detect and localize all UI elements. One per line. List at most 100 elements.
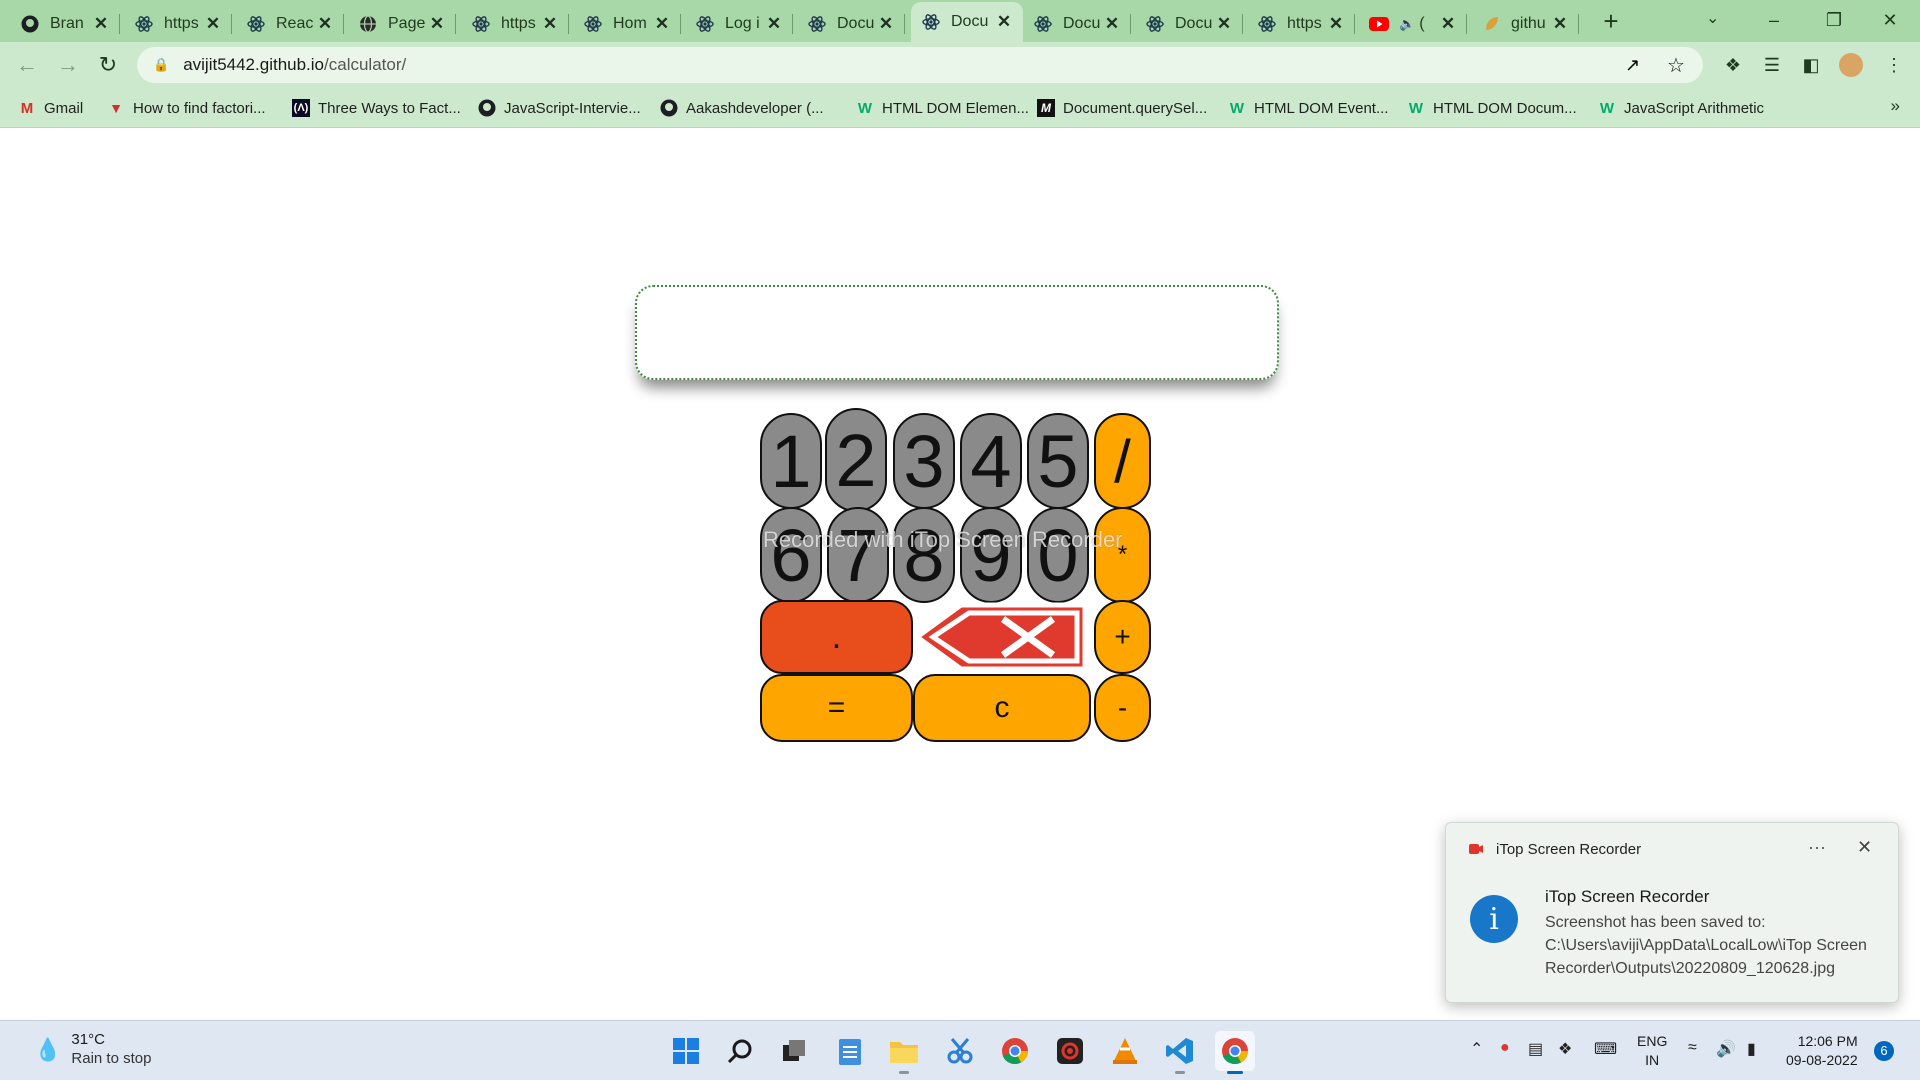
- tab-close-icon[interactable]: ✕: [1439, 14, 1457, 34]
- menu-kebab-icon[interactable]: ⋮: [1882, 53, 1906, 77]
- reload-button[interactable]: ↻: [94, 51, 122, 79]
- key-add[interactable]: +: [1094, 600, 1151, 674]
- back-button[interactable]: ←: [13, 51, 41, 79]
- key-0[interactable]: 0: [1027, 507, 1089, 603]
- key-decimal-point[interactable]: .: [760, 600, 913, 674]
- bookmark-item[interactable]: W HTML DOM Event...: [1228, 96, 1389, 120]
- task-view-icon[interactable]: [774, 1031, 814, 1071]
- chrome-icon[interactable]: [995, 1031, 1035, 1071]
- search-icon[interactable]: [720, 1031, 760, 1071]
- forward-button[interactable]: →: [54, 51, 82, 79]
- windows-start-icon[interactable]: [666, 1031, 706, 1071]
- tab[interactable]: https ✕: [1247, 6, 1355, 42]
- tray-dropbox-icon[interactable]: ❖: [1558, 1039, 1572, 1059]
- tab[interactable]: Docu ✕: [1135, 6, 1243, 42]
- bookmark-star-icon[interactable]: ☆: [1667, 53, 1685, 78]
- key-7[interactable]: 7: [827, 507, 889, 603]
- input-language-indicator[interactable]: ENG IN: [1637, 1032, 1667, 1070]
- minimize-button[interactable]: –: [1754, 6, 1794, 34]
- tab-close-icon[interactable]: ✕: [1103, 14, 1121, 34]
- bookmark-item[interactable]: W HTML DOM Docum...: [1407, 96, 1577, 120]
- tray-overflow-chevron-icon[interactable]: ⌃: [1470, 1039, 1483, 1059]
- new-tab-button[interactable]: +: [1597, 7, 1625, 35]
- bookmark-item[interactable]: (Λ) Three Ways to Fact...: [292, 96, 461, 120]
- address-bar[interactable]: 🔒 avijit5442.github.io/calculator/ ↗ ☆: [137, 47, 1703, 83]
- key-9[interactable]: 9: [960, 507, 1022, 603]
- tab-close-icon[interactable]: ✕: [995, 12, 1013, 32]
- battery-icon[interactable]: ▮: [1747, 1039, 1756, 1059]
- wifi-icon[interactable]: ≈: [1688, 1039, 1697, 1057]
- tab[interactable]: githu ✕: [1471, 6, 1579, 42]
- tab[interactable]: Hom ✕: [573, 6, 681, 42]
- key-subtract[interactable]: -: [1094, 674, 1151, 742]
- tab-search-chevron-icon[interactable]: ⌄: [1706, 8, 1719, 28]
- tab[interactable]: Docu ✕: [1023, 6, 1131, 42]
- bookmark-item[interactable]: Aakashdeveloper (...: [660, 96, 824, 120]
- vscode-icon[interactable]: [1160, 1031, 1200, 1074]
- key-clear[interactable]: c: [913, 674, 1091, 742]
- window-close-button[interactable]: ✕: [1870, 6, 1910, 34]
- system-clock[interactable]: 12:06 PM 09-08-2022: [1786, 1032, 1858, 1070]
- tab-close-icon[interactable]: ✕: [1215, 14, 1233, 34]
- tab[interactable]: https ✕: [124, 6, 232, 42]
- side-panel-icon[interactable]: ◧: [1799, 53, 1823, 77]
- chrome-active-icon[interactable]: [1215, 1031, 1255, 1074]
- tab-close-icon[interactable]: ✕: [1551, 14, 1569, 34]
- tab[interactable]: Bran ✕: [10, 6, 120, 42]
- tab-close-icon[interactable]: ✕: [1327, 14, 1345, 34]
- backspace-button[interactable]: [913, 600, 1089, 674]
- tab-close-icon[interactable]: ✕: [541, 14, 559, 34]
- key-multiply[interactable]: *: [1094, 507, 1151, 603]
- snipping-tool-icon[interactable]: [940, 1031, 980, 1071]
- tab-close-icon[interactable]: ✕: [428, 14, 446, 34]
- key-6[interactable]: 6: [760, 507, 822, 603]
- tab[interactable]: Reac ✕: [236, 6, 344, 42]
- volume-icon[interactable]: 🔊: [1716, 1039, 1736, 1059]
- key-8[interactable]: 8: [893, 507, 955, 603]
- bookmark-item[interactable]: M Document.querySel...: [1037, 96, 1207, 120]
- tray-recorder-icon[interactable]: ●: [1500, 1039, 1510, 1057]
- restore-button[interactable]: ❐: [1814, 6, 1854, 34]
- bookmark-item[interactable]: W HTML DOM Elemen...: [856, 96, 1029, 120]
- key-3[interactable]: 3: [893, 413, 955, 509]
- extensions-puzzle-icon[interactable]: ❖: [1721, 53, 1745, 77]
- key-equals[interactable]: =: [760, 674, 913, 742]
- screen-recorder-app-icon[interactable]: [1050, 1031, 1090, 1071]
- tray-display-icon[interactable]: ▤: [1528, 1039, 1543, 1059]
- tab-close-icon[interactable]: ✕: [765, 14, 783, 34]
- tab[interactable]: Log i ✕: [685, 6, 793, 42]
- bookmark-item[interactable]: ▼ How to find factori...: [107, 96, 266, 120]
- tray-keyboard-icon[interactable]: ⌨: [1594, 1039, 1617, 1059]
- profile-avatar[interactable]: [1839, 53, 1863, 77]
- notification-count-badge[interactable]: 6: [1874, 1041, 1894, 1061]
- bookmark-item[interactable]: W JavaScript Arithmetic: [1598, 96, 1764, 120]
- tab-close-icon[interactable]: ✕: [653, 14, 671, 34]
- tab-close-icon[interactable]: ✕: [316, 14, 334, 34]
- key-4[interactable]: 4: [960, 413, 1022, 509]
- tab[interactable]: https ✕: [461, 6, 569, 42]
- tab[interactable]: Page ✕: [348, 6, 456, 42]
- tab[interactable]: 🔈(✕: [1359, 6, 1467, 42]
- tab-audio-speaker-icon[interactable]: 🔈: [1399, 16, 1415, 32]
- tab-close-icon[interactable]: ✕: [877, 14, 895, 34]
- weather-widget[interactable]: 💧 31°C Rain to stop: [28, 1031, 151, 1067]
- key-2[interactable]: 2: [825, 408, 887, 512]
- bookmark-item[interactable]: JavaScript-Intervie...: [478, 96, 641, 120]
- key-1[interactable]: 1: [760, 413, 822, 509]
- vlc-icon[interactable]: [1105, 1031, 1145, 1071]
- calculator-display[interactable]: [635, 285, 1279, 380]
- tab-close-icon[interactable]: ✕: [204, 14, 222, 34]
- notification-toast[interactable]: iTop Screen Recorder ··· ✕ i iTop Screen…: [1445, 822, 1899, 1003]
- media-queue-icon[interactable]: ☰: [1760, 53, 1784, 77]
- toast-close-icon[interactable]: ✕: [1857, 837, 1872, 858]
- notepad-icon[interactable]: [830, 1031, 870, 1071]
- bookmarks-overflow-chevron-icon[interactable]: »: [1891, 96, 1900, 116]
- key-divide[interactable]: /: [1094, 413, 1151, 509]
- tab-close-icon[interactable]: ✕: [92, 14, 110, 34]
- share-icon[interactable]: ↗: [1625, 55, 1640, 76]
- bookmark-item[interactable]: M Gmail: [18, 96, 83, 120]
- file-explorer-icon[interactable]: [884, 1031, 924, 1074]
- key-5[interactable]: 5: [1027, 413, 1089, 509]
- tab[interactable]: Docu ✕: [797, 6, 905, 42]
- tab-active[interactable]: Docu ✕: [911, 2, 1023, 42]
